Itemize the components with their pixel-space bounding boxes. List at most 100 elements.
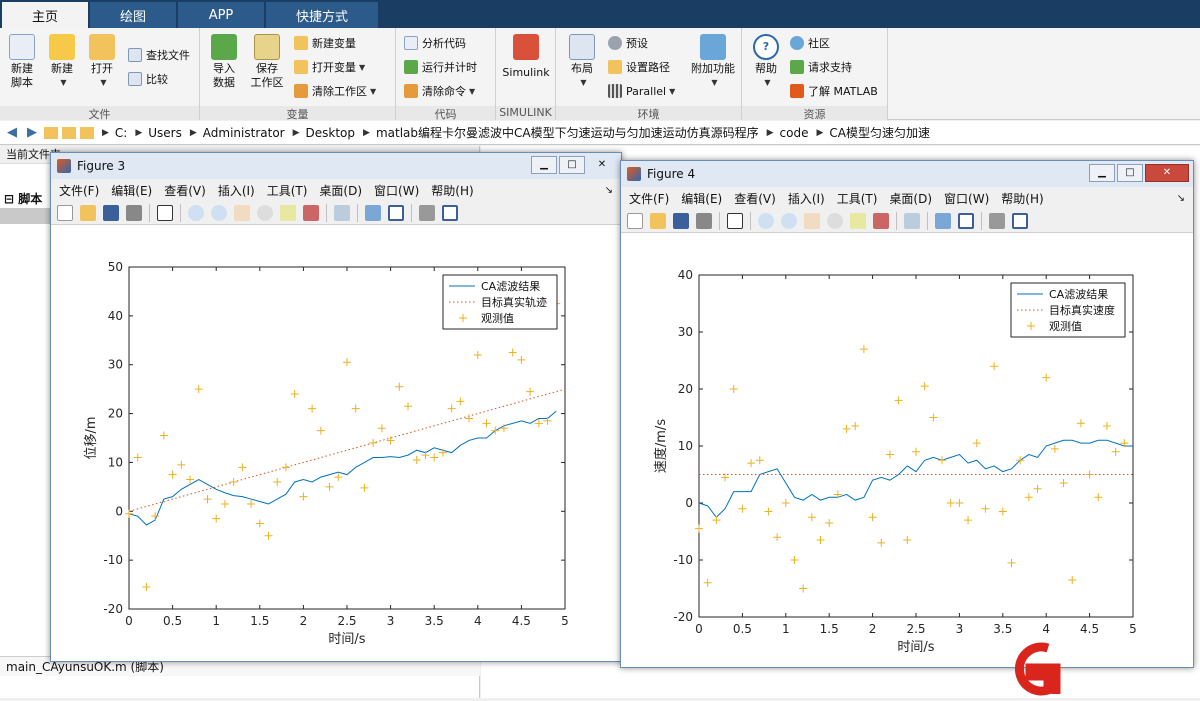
link-plot-icon[interactable] [904, 212, 920, 229]
compare-button[interactable]: 比较 [128, 70, 168, 88]
figure-4-axes[interactable]: 0 0.5 1 1.5 2 2.5 3 3.5 4 4.5 5 -20 -10 0 10 20 30 40 时间/s… [621, 233, 1193, 667]
open-button[interactable]: 打开 ▼ [82, 34, 122, 90]
new-figure-icon[interactable] [57, 204, 73, 221]
tab-apps[interactable]: APP [178, 2, 264, 28]
menu-file[interactable]: 文件(F) [629, 190, 669, 207]
show-plot-tools-icon[interactable] [442, 204, 458, 221]
minimize-button[interactable]: ▁ [1089, 164, 1115, 182]
print-icon[interactable] [696, 212, 712, 229]
new-figure-icon[interactable] [627, 212, 643, 229]
dock-arrow-icon[interactable]: ↘ [605, 185, 613, 196]
menu-tools[interactable]: 工具(T) [267, 182, 308, 199]
browse-folder-icon[interactable] [62, 126, 76, 139]
learn-matlab-button[interactable]: 了解 MATLAB [790, 82, 878, 100]
menu-insert[interactable]: 插入(I) [788, 190, 825, 207]
menu-edit[interactable]: 编辑(E) [681, 190, 722, 207]
maximize-button[interactable]: □ [559, 156, 585, 174]
breadcrumb-project-folder[interactable]: matlab编程卡尔曼滤波中CA模型下匀速运动与匀加速运动仿真源码程序 [376, 124, 759, 141]
legend-icon[interactable] [388, 204, 404, 221]
breadcrumb-desktop[interactable]: Desktop [306, 126, 356, 140]
layout-button[interactable]: 布局 ▼ [562, 34, 602, 90]
menu-edit[interactable]: 编辑(E) [111, 182, 152, 199]
community-button[interactable]: 社区 [790, 34, 830, 52]
clear-workspace-button[interactable]: 清除工作区 ▼ [294, 82, 376, 100]
preferences-button[interactable]: 预设 [608, 34, 648, 52]
up-folder-icon[interactable] [44, 126, 58, 139]
new-variable-button[interactable]: 新建变量 [294, 34, 356, 52]
set-path-button[interactable]: 设置路径 [608, 58, 670, 76]
clear-commands-button[interactable]: 清除命令 ▼ [404, 82, 475, 100]
import-data-button[interactable]: 导入 数据 [204, 34, 244, 90]
menu-view[interactable]: 查看(V) [164, 182, 206, 199]
colorbar-icon[interactable] [365, 204, 381, 221]
request-support-button[interactable]: 请求支持 [790, 58, 852, 76]
run-and-time-button[interactable]: 运行并计时 [404, 58, 477, 76]
hide-plot-tools-icon[interactable] [989, 212, 1005, 229]
breadcrumb-ca-model[interactable]: CA模型匀速匀加速 [829, 124, 930, 141]
print-icon[interactable] [126, 204, 142, 221]
folder-tree-node[interactable]: ⊟ 脚本 [4, 190, 42, 207]
tab-plots[interactable]: 绘图 [90, 2, 176, 28]
menu-view[interactable]: 查看(V) [734, 190, 776, 207]
zoom-out-icon[interactable] [781, 212, 797, 229]
data-cursor-icon[interactable] [280, 204, 296, 221]
maximize-button[interactable]: □ [1117, 164, 1143, 182]
help-button[interactable]: ? 帮助 ▼ [746, 34, 786, 90]
menu-file[interactable]: 文件(F) [59, 182, 99, 199]
legend-icon[interactable] [958, 212, 974, 229]
analyze-code-button[interactable]: 分析代码 [404, 34, 466, 52]
save-workspace-button[interactable]: 保存 工作区 [244, 34, 290, 90]
menu-desktop[interactable]: 桌面(D) [889, 190, 932, 207]
simulink-button[interactable]: Simulink [500, 34, 552, 80]
open-file-icon[interactable] [650, 212, 666, 229]
save-icon[interactable] [103, 204, 119, 221]
dock-arrow-icon[interactable]: ↘ [1177, 193, 1185, 204]
minimize-button[interactable]: ▁ [531, 156, 557, 174]
tab-home[interactable]: 主页 [2, 2, 88, 28]
menu-window[interactable]: 窗口(W) [374, 182, 419, 199]
save-icon[interactable] [673, 212, 689, 229]
hide-plot-tools-icon[interactable] [419, 204, 435, 221]
tab-shortcuts[interactable]: 快捷方式 [266, 2, 378, 28]
show-plot-tools-icon[interactable] [1012, 212, 1028, 229]
pan-hand-icon[interactable] [804, 212, 820, 229]
figure-3-axes[interactable]: 0 0.5 1 1.5 2 2.5 3 3.5 4 4.5 5 -20 -10 0 10 20 30 40 50 时间… [51, 225, 621, 661]
pointer-icon[interactable] [727, 212, 743, 229]
menu-insert[interactable]: 插入(I) [218, 182, 255, 199]
rotate-3d-icon[interactable] [257, 204, 273, 221]
selected-file-row[interactable] [0, 208, 52, 224]
menu-window[interactable]: 窗口(W) [944, 190, 989, 207]
open-file-icon[interactable] [80, 204, 96, 221]
new-button[interactable]: 新建 ▼ [42, 34, 82, 90]
add-ons-button[interactable]: 附加功能 ▼ [688, 34, 738, 90]
menu-help[interactable]: 帮助(H) [431, 182, 473, 199]
link-plot-icon[interactable] [334, 204, 350, 221]
brush-icon[interactable] [303, 204, 319, 221]
menu-tools[interactable]: 工具(T) [837, 190, 878, 207]
data-cursor-icon[interactable] [850, 212, 866, 229]
menu-help[interactable]: 帮助(H) [1001, 190, 1043, 207]
new-script-button[interactable]: 新建 脚本 [2, 34, 42, 90]
breadcrumb-users[interactable]: Users [148, 126, 182, 140]
colorbar-icon[interactable] [935, 212, 951, 229]
parallel-icon [608, 84, 622, 98]
forward-arrow-icon[interactable]: ▶ [24, 125, 40, 140]
rotate-3d-icon[interactable] [827, 212, 843, 229]
parallel-button[interactable]: Parallel ▼ [608, 82, 675, 100]
collapse-icon[interactable]: ⊟ [4, 192, 14, 206]
menu-desktop[interactable]: 桌面(D) [319, 182, 362, 199]
find-files-button[interactable]: 查找文件 [128, 46, 190, 64]
close-button[interactable]: ✕ [1145, 164, 1189, 182]
pan-hand-icon[interactable] [234, 204, 250, 221]
zoom-in-icon[interactable] [758, 212, 774, 229]
breadcrumb-drive[interactable]: C: [115, 126, 127, 140]
brush-icon[interactable] [873, 212, 889, 229]
breadcrumb-administrator[interactable]: Administrator [203, 126, 285, 140]
zoom-in-icon[interactable] [188, 204, 204, 221]
breadcrumb-code[interactable]: code [780, 126, 809, 140]
zoom-out-icon[interactable] [211, 204, 227, 221]
pointer-icon[interactable] [157, 204, 173, 221]
back-arrow-icon[interactable]: ◀ [4, 125, 20, 140]
close-button[interactable]: ✕ [587, 156, 617, 174]
open-variable-button[interactable]: 打开变量 ▼ [294, 58, 365, 76]
